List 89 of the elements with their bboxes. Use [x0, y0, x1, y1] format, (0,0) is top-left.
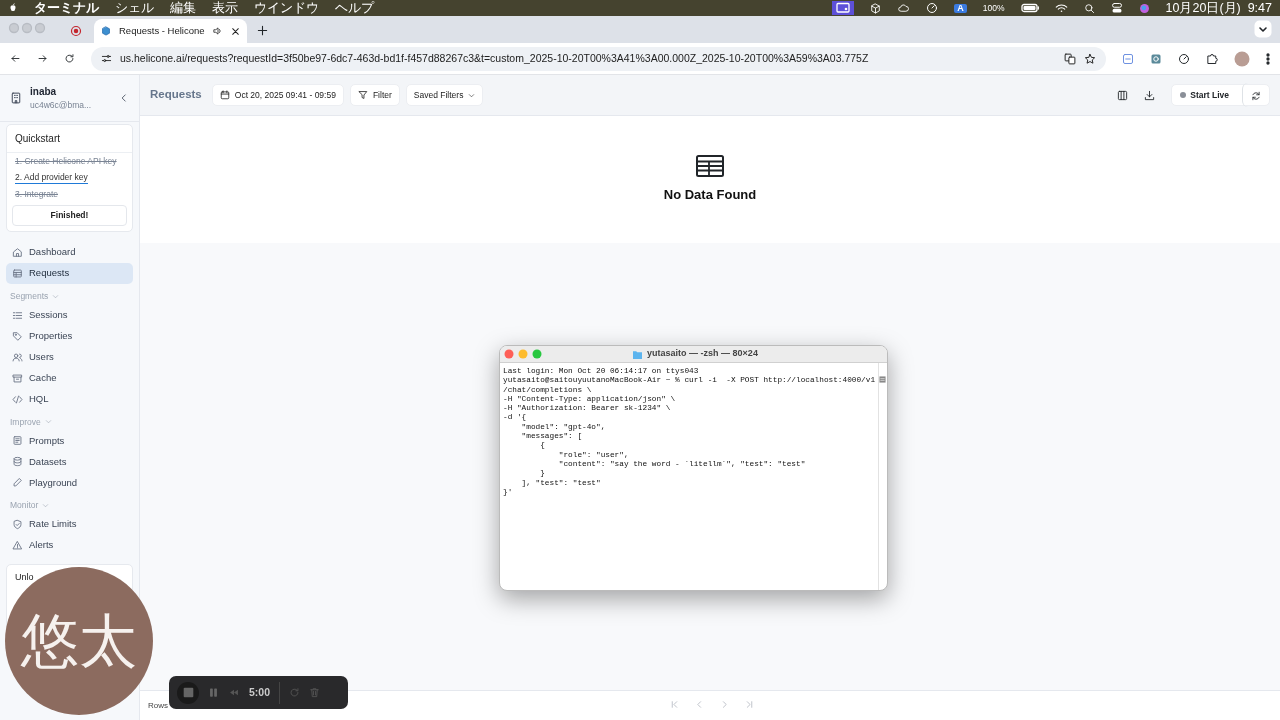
more-menu-icon[interactable] [1266, 52, 1270, 65]
quickstart-step[interactable]: 2. Add provider key [15, 170, 88, 184]
finished-button[interactable]: Finished! [12, 205, 127, 226]
forward-icon[interactable] [37, 53, 48, 64]
restart-icon[interactable] [289, 687, 300, 698]
menubar-clock[interactable]: 10月20日(月) 9:47 [1165, 1, 1272, 15]
database-icon [12, 456, 23, 468]
browser-tab[interactable]: Requests - Helicone [94, 19, 247, 43]
nav-item[interactable]: Cache [6, 367, 133, 389]
shield-icon [12, 519, 23, 530]
speaker-icon [213, 26, 223, 36]
cube-icon[interactable] [870, 2, 882, 14]
cube-icon [101, 26, 111, 36]
warning-icon [12, 540, 23, 551]
calendar-icon [219, 90, 230, 100]
columns-icon[interactable] [1117, 89, 1129, 101]
nav-item[interactable]: Prompts [6, 430, 133, 452]
nav-item[interactable]: Sessions [6, 304, 133, 326]
tag-icon [12, 330, 23, 342]
menu-item[interactable]: ヘルプ [335, 1, 374, 15]
page-title: Requests [150, 87, 202, 103]
display-icon[interactable] [832, 1, 855, 15]
filter-button[interactable]: Filter [349, 84, 400, 106]
nav-item[interactable]: Requests [6, 262, 133, 284]
org-email: uc4w6c@bma... [30, 99, 93, 112]
download-icon[interactable] [1144, 89, 1156, 101]
star-icon[interactable] [1084, 52, 1096, 65]
card-title: Quickstart [7, 125, 132, 153]
quickstart-step[interactable]: 1. Create Helicone API key [7, 153, 125, 169]
nav-item[interactable]: Dashboard [6, 241, 133, 263]
apple-icon[interactable] [8, 2, 18, 14]
nav-item[interactable]: Datasets [6, 451, 133, 473]
nav-item[interactable]: Playground [6, 472, 133, 494]
new-tab-icon[interactable] [257, 25, 268, 36]
folder-icon [632, 349, 644, 359]
input-source-indicator[interactable]: A [954, 3, 967, 13]
nav-item[interactable]: HQL [6, 388, 133, 410]
grid-icon[interactable] [1150, 52, 1162, 65]
archive-icon [12, 372, 23, 384]
empty-state-message: No Data Found [663, 185, 757, 204]
nav-item[interactable]: Properties [6, 325, 133, 347]
home-icon [12, 246, 23, 258]
gauge-icon[interactable] [1178, 52, 1190, 65]
cloud-icon[interactable] [897, 2, 911, 14]
card-title: Unlo [15, 571, 35, 584]
menu-item[interactable]: シェル [115, 1, 154, 15]
tab-search-icon[interactable] [1254, 20, 1272, 38]
stop-button[interactable] [177, 681, 199, 704]
code-icon [12, 393, 23, 405]
record-icon[interactable] [70, 25, 82, 37]
refresh-icon [1251, 90, 1261, 101]
saved-filters-button[interactable]: Saved Filters [405, 84, 484, 106]
menu-item[interactable]: ターミナル [34, 1, 99, 15]
back-icon[interactable] [10, 53, 21, 64]
nav-item[interactable]: Rate Limits [6, 514, 133, 535]
stop-icon [182, 687, 194, 698]
users-icon [12, 351, 23, 363]
quickstart-step[interactable]: 3. Integrate [7, 186, 66, 202]
collapse-icon[interactable] [119, 93, 129, 103]
recording-timer: 5:00 [249, 684, 270, 700]
org-name: inaba [30, 85, 58, 100]
window-title: yutasaito — -zsh — 80×24 [647, 347, 758, 361]
nav-item[interactable]: Alerts [6, 535, 133, 556]
toggle-icon[interactable] [1110, 2, 1123, 14]
live-status-dot [1180, 92, 1187, 98]
site-settings-icon[interactable] [101, 53, 112, 64]
building-icon [10, 92, 22, 104]
extension-icon[interactable] [1122, 52, 1134, 65]
battery-percentage: 100% [982, 3, 1005, 13]
chevron-down-icon [468, 91, 476, 99]
wifi-icon[interactable] [1054, 3, 1068, 13]
menu-item[interactable]: 表示 [212, 1, 238, 15]
reload-icon[interactable] [64, 53, 75, 64]
orb-icon[interactable] [1138, 2, 1150, 14]
nav-item[interactable]: Users [6, 346, 133, 368]
table-icon [12, 267, 23, 279]
pencil-icon [12, 477, 23, 489]
date-range-button[interactable]: Oct 20, 2025 09:41 - 09:59 [211, 84, 344, 106]
search-icon[interactable] [1083, 2, 1095, 14]
document-icon [12, 435, 23, 447]
pause-icon[interactable] [208, 687, 219, 698]
list-icon [12, 309, 23, 321]
battery-icon[interactable] [1020, 3, 1039, 13]
menu-item[interactable]: ウインドウ [254, 1, 319, 15]
table-icon [696, 154, 724, 177]
translate-icon[interactable] [1064, 52, 1076, 65]
menu-item[interactable]: 編集 [170, 1, 196, 15]
close-icon[interactable] [231, 26, 240, 36]
filter-icon [357, 90, 368, 100]
